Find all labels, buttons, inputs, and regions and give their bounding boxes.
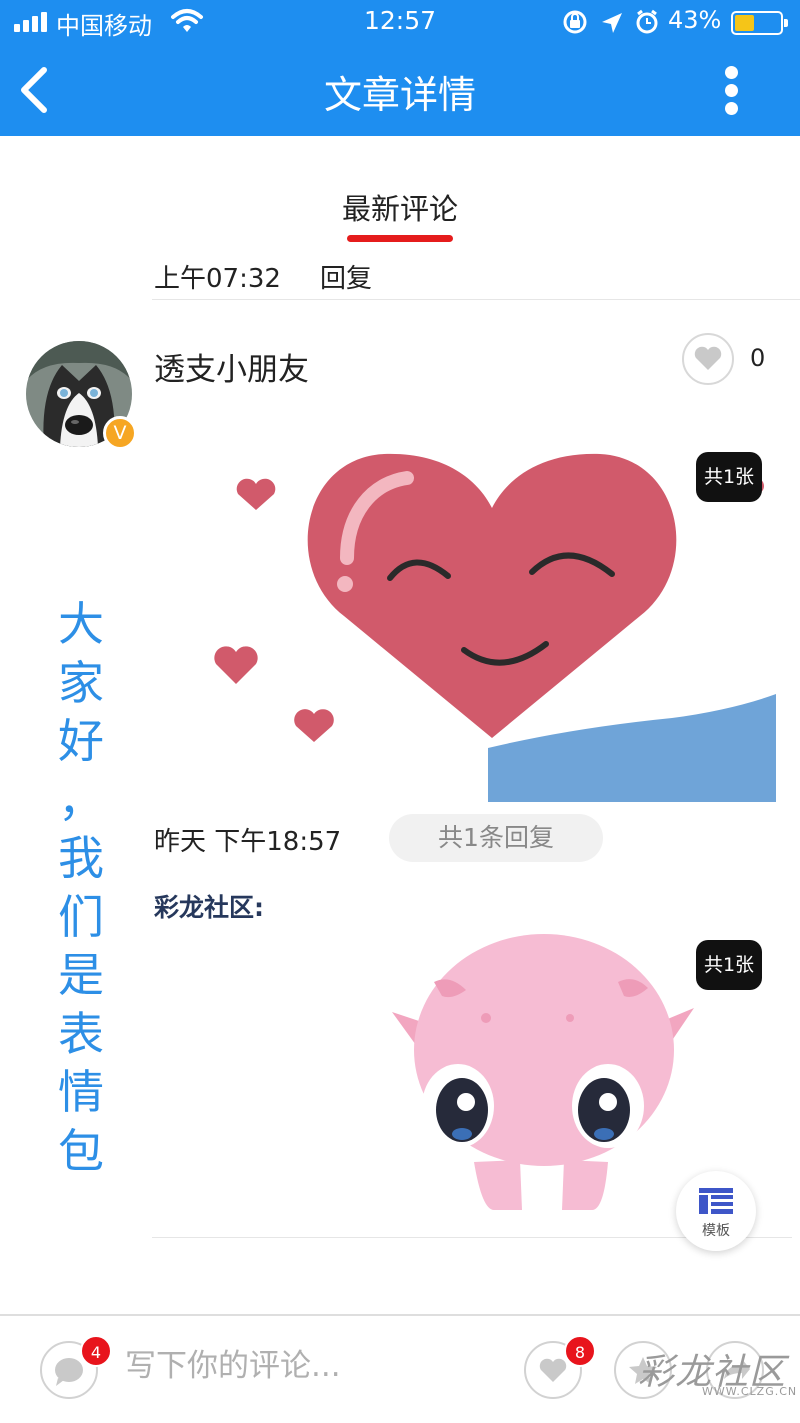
status-icons: [563, 9, 658, 34]
reply-image[interactable]: 共1张: [152, 930, 776, 1210]
template-label: 模板: [702, 1223, 730, 1239]
comment-time: 昨天 下午18:57: [154, 827, 342, 857]
side-caption-char: 家: [58, 655, 104, 710]
verified-badge: V: [103, 416, 137, 450]
rotation-lock-icon: [563, 10, 587, 34]
side-caption-char: 情: [58, 1065, 104, 1119]
battery-percent: 43%: [668, 6, 722, 34]
side-caption-char: 大: [58, 597, 104, 651]
battery-icon: [731, 11, 788, 35]
comment-like-count: 0: [750, 344, 766, 372]
alarm-icon: [636, 9, 658, 34]
image-count-badge: 共1张: [696, 940, 762, 990]
heart-icon: [694, 346, 722, 370]
reply-author[interactable]: 彩龙社区:: [154, 888, 264, 924]
battery-level: [735, 15, 754, 31]
comment-input[interactable]: 写下你的评论...: [125, 1340, 341, 1385]
more-button[interactable]: [712, 62, 752, 118]
reply-count-button[interactable]: 共1条回复: [389, 814, 603, 862]
image-count-badge: 共1张: [696, 452, 762, 502]
smiling-heart-sticker: [152, 438, 776, 802]
side-caption-char: 我: [58, 831, 104, 885]
watermark-logo: 彩龙社区 WWW.CLZG.CN: [628, 1343, 796, 1403]
page-title: 文章详情: [323, 73, 476, 117]
comment-image[interactable]: 共1张: [152, 438, 776, 802]
top-bar: 中国移动 12:57 43% 文章详情: [0, 0, 800, 136]
tab-latest-comments[interactable]: 最新评论: [330, 186, 470, 228]
previous-comment-time: 上午07:32: [154, 264, 281, 294]
location-icon: [602, 13, 622, 33]
tab-active-indicator: [347, 235, 453, 242]
side-caption-char: 是: [58, 948, 104, 1002]
side-caption-char: 包: [58, 1123, 104, 1178]
comment-username[interactable]: 透支小朋友: [154, 344, 309, 389]
side-caption-char: 们: [58, 889, 104, 944]
side-caption-char: 表: [58, 1006, 104, 1061]
watermark-url: WWW.CLZG.CN: [702, 1385, 798, 1398]
side-caption: 大家好，我们是表情包: [52, 595, 110, 1180]
divider: [152, 299, 800, 300]
template-icon: [699, 1188, 733, 1214]
pink-creature-sticker: [152, 930, 776, 1210]
reply-link[interactable]: 回复: [320, 258, 372, 295]
side-caption-char: 好: [58, 714, 104, 768]
template-button[interactable]: 模板: [676, 1171, 756, 1251]
comments-badge: 4: [80, 1335, 112, 1367]
side-caption-char: ，: [58, 772, 104, 827]
comment-like-button[interactable]: [682, 333, 734, 385]
status-bar: 中国移动 12:57 43%: [0, 0, 800, 44]
likes-badge: 8: [564, 1335, 596, 1367]
